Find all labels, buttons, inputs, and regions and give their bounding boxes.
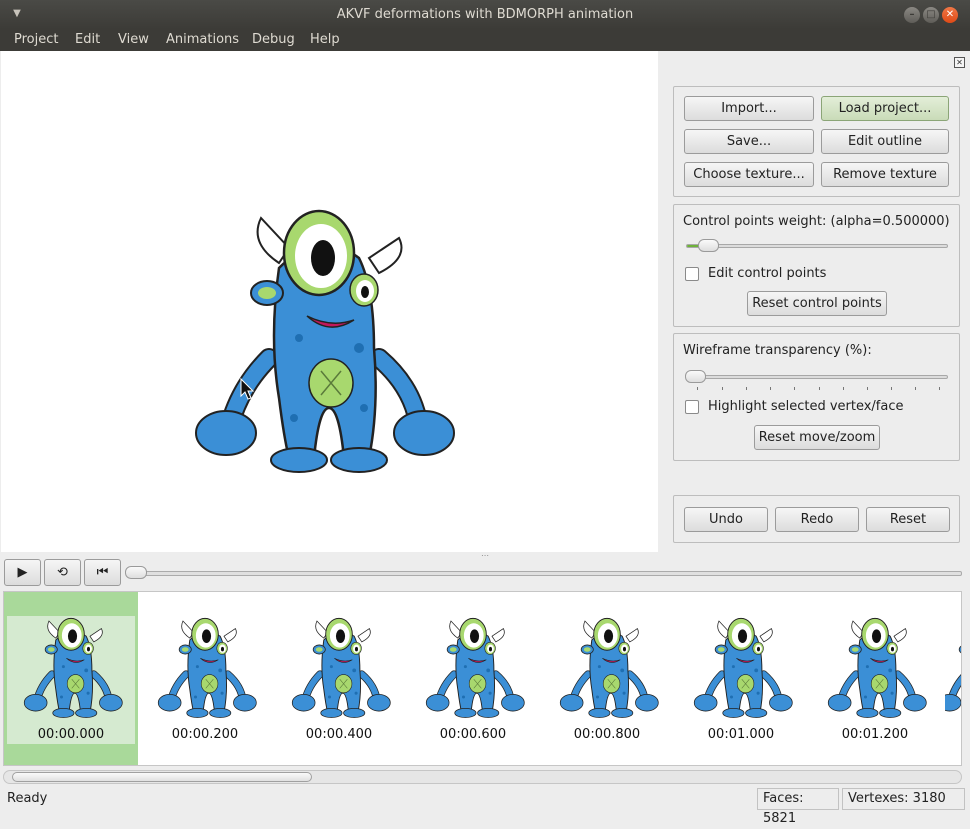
title-bar: ▼ AKVF deformations with BDMORPH animati… xyxy=(0,0,970,29)
window-title: AKVF deformations with BDMORPH animation xyxy=(336,7,634,22)
scrollbar-thumb[interactable] xyxy=(12,772,312,782)
keyframe-time: 00:00.800 xyxy=(573,727,641,742)
transparency-slider-track[interactable] xyxy=(686,375,948,379)
menu-animations[interactable]: Animations xyxy=(166,32,239,47)
edit-outline-button[interactable]: Edit outline xyxy=(821,129,949,154)
frame-thumbnail xyxy=(811,616,939,721)
keyframe-time: 00:00.600 xyxy=(439,727,507,742)
timeline-slider-handle[interactable] xyxy=(125,566,147,579)
weight-slider-handle[interactable] xyxy=(698,239,719,252)
import-button[interactable]: Import... xyxy=(684,96,814,121)
monster-image xyxy=(1,51,658,552)
highlight-label: Highlight selected vertex/face xyxy=(708,399,904,414)
keyframe-time: 00:00.400 xyxy=(305,727,373,742)
keyframe-0[interactable]: 00:00.000 xyxy=(7,616,135,744)
status-text: Ready xyxy=(7,791,48,806)
save-button[interactable]: Save... xyxy=(684,129,814,154)
edit-control-points-checkbox[interactable] xyxy=(685,267,699,281)
keyframe-time: 00:00.000 xyxy=(37,727,105,742)
highlight-checkbox[interactable] xyxy=(685,400,699,414)
history-group: Undo Redo Reset xyxy=(673,495,960,543)
loop-icon: ⟲ xyxy=(57,565,68,580)
chevron-down-icon[interactable]: ▼ xyxy=(8,6,26,22)
faces-count: Faces: 5821 xyxy=(757,788,839,826)
keyframe-time: 00:00.200 xyxy=(171,727,239,742)
reset-button[interactable]: Reset xyxy=(866,507,950,532)
control-points-group: Control points weight: (alpha=0.500000) … xyxy=(673,204,960,327)
keyframe-partial[interactable] xyxy=(945,616,962,744)
menu-help[interactable]: Help xyxy=(310,32,340,47)
keyframe-time: 00:01.200 xyxy=(841,727,909,742)
timeline-slider-track[interactable] xyxy=(127,571,962,576)
vertexes-count: Vertexes: 3180 xyxy=(842,788,965,810)
menu-debug[interactable]: Debug xyxy=(252,32,295,47)
project-group: Import... Load project... Save... Edit o… xyxy=(673,86,960,197)
frame-thumbnail xyxy=(945,616,962,721)
keyframe-2[interactable]: 00:00.400 xyxy=(275,616,403,744)
undo-button[interactable]: Undo xyxy=(684,507,768,532)
remove-texture-button[interactable]: Remove texture xyxy=(821,162,949,187)
panel-close-icon[interactable]: ✕ xyxy=(954,57,965,68)
frame-thumbnail xyxy=(275,616,403,721)
menu-edit[interactable]: Edit xyxy=(75,32,100,47)
weight-label: Control points weight: (alpha=0.500000) xyxy=(683,214,950,229)
frame-thumbnail xyxy=(7,616,135,721)
menu-view[interactable]: View xyxy=(118,32,149,47)
redo-button[interactable]: Redo xyxy=(775,507,859,532)
keyframe-3[interactable]: 00:00.600 xyxy=(409,616,537,744)
keyframe-time: 00:01.000 xyxy=(707,727,775,742)
choose-texture-button[interactable]: Choose texture... xyxy=(684,162,814,187)
weight-slider-track[interactable] xyxy=(686,244,948,248)
wireframe-transparency-label: Wireframe transparency (%): xyxy=(683,343,872,358)
frame-thumbnail xyxy=(677,616,805,721)
skip-to-start-icon: ⏮ xyxy=(96,565,109,580)
menu-project[interactable]: Project xyxy=(14,32,58,47)
frame-thumbnail xyxy=(141,616,269,721)
keyframe-5[interactable]: 00:01.000 xyxy=(677,616,805,744)
loop-button[interactable]: ⟲ xyxy=(44,559,81,586)
play-icon: ▶ xyxy=(17,565,28,580)
keyframe-strip: 00:00.000 00:00.200 00:00.400 00:00.600 … xyxy=(3,591,962,766)
maximize-icon[interactable]: □ xyxy=(923,7,939,23)
play-button[interactable]: ▶ xyxy=(4,559,41,586)
status-bar: Ready Faces: 5821 Vertexes: 3180 xyxy=(0,786,970,826)
close-icon[interactable]: ✕ xyxy=(942,7,958,23)
keyframe-4[interactable]: 00:00.800 xyxy=(543,616,671,744)
keyframe-6[interactable]: 00:01.200 xyxy=(811,616,939,744)
frame-thumbnail xyxy=(543,616,671,721)
minimize-icon[interactable]: – xyxy=(904,7,920,23)
horizontal-splitter-handle[interactable]: ⋯ xyxy=(481,551,489,560)
rewind-button[interactable]: ⏮ xyxy=(84,559,121,586)
menu-bar: Project Edit View Animations Debug Help xyxy=(0,29,970,51)
wireframe-group: Wireframe transparency (%): Highlight se… xyxy=(673,333,960,461)
keyframe-1[interactable]: 00:00.200 xyxy=(141,616,269,744)
edit-control-points-label: Edit control points xyxy=(708,266,827,281)
transparency-slider-handle[interactable] xyxy=(685,370,706,383)
tools-panel: ✕ Import... Load project... Save... Edit… xyxy=(658,51,970,552)
reset-control-points-button[interactable]: Reset control points xyxy=(747,291,887,316)
load-project-button[interactable]: Load project... xyxy=(821,96,949,121)
deformation-canvas[interactable] xyxy=(1,51,658,552)
horizontal-scrollbar[interactable] xyxy=(3,770,962,784)
reset-move-zoom-button[interactable]: Reset move/zoom xyxy=(754,425,880,450)
frame-thumbnail xyxy=(409,616,537,721)
